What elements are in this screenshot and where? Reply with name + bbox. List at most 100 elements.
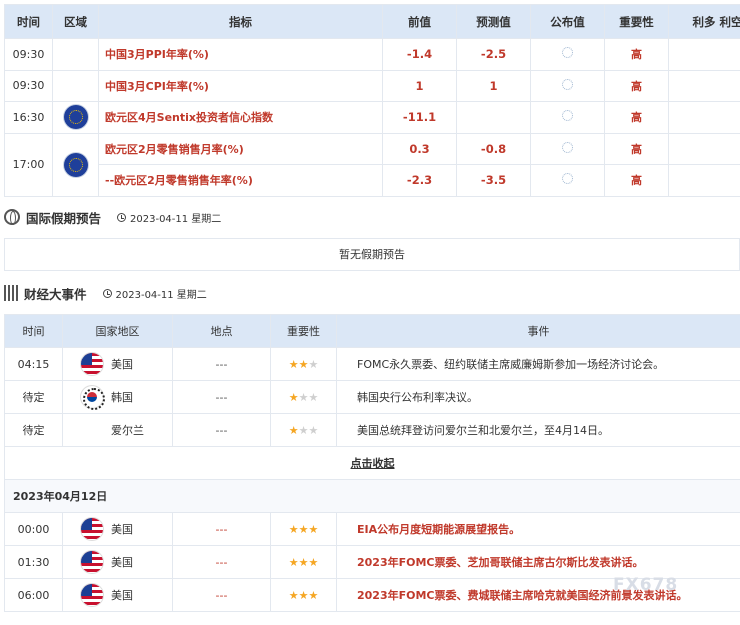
globe-icon [4, 209, 20, 225]
star-icon: ★ [288, 522, 299, 536]
row-region [52, 38, 99, 71]
indicator-link[interactable]: --欧元区2月零售销售年率(%) [98, 164, 383, 197]
row-previous: -2.3 [382, 164, 457, 197]
events-date-text: 2023-04-11 星期二 [115, 289, 207, 301]
holiday-date-text: 2023-04-11 星期二 [130, 213, 222, 225]
clock-icon [117, 212, 127, 222]
row-time: 09:30 [4, 38, 53, 71]
star-icon: ★ [308, 423, 319, 437]
event-country: 爱尔兰 [62, 413, 173, 447]
star-icon: ★ [298, 522, 309, 536]
event-place: --- [172, 347, 271, 381]
country-name: 韩国 [111, 391, 133, 404]
row-forecast: -0.8 [456, 132, 531, 165]
event-description: FOMC永久票委、纽约联储主席威廉姆斯参加一场经济讨论会。 [336, 347, 740, 381]
event-time: 00:00 [4, 512, 63, 546]
event-place: --- [172, 413, 271, 447]
event-importance-stars: ★★★ [270, 413, 337, 447]
row-importance: 高 [604, 132, 669, 165]
row-impact [668, 132, 740, 165]
col-header-time: 时间 [4, 314, 63, 348]
event-country: 美国 [62, 578, 173, 612]
event-place: --- [172, 578, 271, 612]
col-header-indicator: 指标 [98, 4, 383, 39]
col-header-importance: 重要性 [270, 314, 337, 348]
date-divider: 2023年04月12日 [4, 479, 740, 513]
row-actual [530, 38, 605, 71]
date-divider-row: 2023年04月12日 [4, 479, 740, 513]
loading-icon [562, 173, 573, 185]
us-flag-icon [81, 584, 103, 606]
calendar-row: --欧元区2月零售销售年率(%) -2.3 -3.5 高 [5, 164, 740, 197]
col-header-actual: 公布值 [530, 4, 605, 39]
row-importance: 高 [604, 101, 669, 134]
calendar-header-row: 时间 区域 指标 前值 预测值 公布值 重要性 利多 利空 [4, 4, 740, 39]
col-header-importance: 重要性 [604, 4, 669, 39]
star-icon: ★ [298, 390, 309, 404]
clock-icon [102, 288, 112, 298]
event-time: 待定 [4, 380, 63, 414]
event-row: 04:15 美国 --- ★★★ FOMC永久票委、纽约联储主席威廉姆斯参加一场经济讨论… [4, 347, 740, 381]
row-impact [668, 101, 740, 134]
event-place: --- [172, 380, 271, 414]
indicator-link[interactable]: 欧元区4月Sentix投资者信心指数 [98, 101, 383, 134]
event-importance-stars: ★★★ [270, 347, 337, 381]
calendar-row: 09:30 中国3月CPI年率(%) 1 1 高 [4, 69, 740, 102]
row-actual [530, 132, 605, 165]
event-time: 06:00 [4, 578, 63, 612]
country-name: 爱尔兰 [111, 424, 144, 437]
col-header-forecast: 预测值 [456, 4, 531, 39]
calendar-row: 09:30 中国3月PPI年率(%) -1.4 -2.5 高 [4, 38, 740, 71]
event-time: 04:15 [4, 347, 63, 381]
star-icon: ★ [298, 588, 309, 602]
row-forecast: -3.5 [456, 164, 531, 197]
events-date: 2023-04-11 星期二 [102, 286, 207, 301]
event-importance-stars: ★★★ [270, 380, 337, 414]
country-name: 美国 [111, 556, 133, 569]
event-time: 01:30 [4, 545, 63, 579]
indicator-link[interactable]: 欧元区2月零售销售月率(%) [98, 132, 383, 165]
indicator-link[interactable]: 中国3月CPI年率(%) [98, 69, 383, 102]
event-country: 美国 [62, 347, 173, 381]
row-importance: 高 [604, 38, 669, 71]
star-icon: ★ [288, 555, 299, 569]
us-flag-icon [81, 551, 103, 573]
loading-icon [562, 141, 573, 153]
events-header-row: 时间 国家地区 地点 重要性 事件 [4, 314, 740, 348]
event-description[interactable]: 2023年FOMC票委、芝加哥联储主席古尔斯比发表讲话。 [336, 545, 740, 579]
star-icon: ★ [288, 390, 299, 404]
event-description[interactable]: 2023年FOMC票委、费城联储主席哈克就美国经济前景发表讲话。 [336, 578, 740, 612]
row-region [52, 132, 99, 197]
event-time: 待定 [4, 413, 63, 447]
col-header-time: 时间 [4, 4, 53, 39]
row-forecast [456, 101, 531, 134]
row-actual [530, 101, 605, 134]
indicator-link[interactable]: 中国3月PPI年率(%) [98, 38, 383, 71]
holiday-title: 国际假期预告 [26, 210, 102, 226]
col-header-impact: 利多 利空 [668, 4, 740, 39]
row-time: 16:30 [4, 101, 53, 134]
event-country: 美国 [62, 545, 173, 579]
row-impact [668, 38, 740, 71]
star-icon: ★ [288, 423, 299, 437]
kr-flag-icon [81, 386, 105, 410]
watermark-logo: FX678 [613, 575, 679, 595]
loading-icon [562, 78, 573, 90]
events-table: 时间 国家地区 地点 重要性 事件 04:15 美国 --- ★★★ FOMC永久票委、… [4, 314, 740, 612]
star-icon: ★ [308, 588, 319, 602]
col-header-country: 国家地区 [62, 314, 173, 348]
row-region [52, 101, 99, 134]
collapse-link[interactable]: 点击收起 [351, 457, 395, 470]
calendar-row: 17:00 欧元区2月零售销售月率(%) 0.3 -0.8 高 [4, 132, 740, 197]
event-country: 美国 [62, 512, 173, 546]
star-icon: ★ [298, 555, 309, 569]
us-flag-icon [81, 518, 103, 540]
row-forecast: 1 [456, 69, 531, 102]
event-row: 待定 韩国 --- ★★★ 韩国央行公布利率决议。 [4, 380, 740, 414]
event-row: 01:30 美国 --- ★★★ 2023年FOMC票委、芝加哥联储主席古尔斯比发表讲话… [4, 545, 740, 579]
country-name: 美国 [111, 589, 133, 602]
row-importance: 高 [604, 69, 669, 102]
star-icon: ★ [298, 357, 309, 371]
event-description[interactable]: EIA公布月度短期能源展望报告。 [336, 512, 740, 546]
row-impact [668, 69, 740, 102]
